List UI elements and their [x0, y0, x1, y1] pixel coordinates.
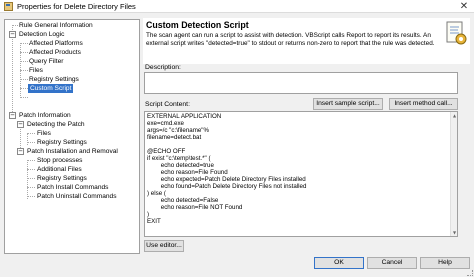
collapse-toggle-icon[interactable]: −	[17, 148, 24, 155]
tree-item-query-filter[interactable]: Query Filter	[29, 57, 63, 66]
tree-line	[27, 169, 35, 170]
tree-line	[27, 187, 35, 188]
tree-item-custom-script[interactable]: Custom Script	[28, 84, 74, 93]
tree-line	[20, 70, 28, 71]
app-icon	[4, 2, 13, 11]
tree-line	[20, 61, 28, 62]
tree-line	[20, 88, 28, 89]
script-line: echo reason=File NOT Found	[147, 204, 243, 211]
tree-line	[20, 43, 28, 44]
tree-line	[27, 142, 35, 143]
tree-line	[27, 160, 35, 161]
script-line: EXTERNAL APPLICATION	[147, 113, 222, 120]
navigation-tree[interactable]: − − − − Rule General Information Detecti…	[4, 19, 140, 254]
collapse-toggle-icon[interactable]: −	[17, 121, 24, 128]
tree-item-rule-general-information[interactable]: Rule General Information	[19, 21, 93, 30]
tree-item-files[interactable]: Files	[29, 66, 43, 75]
script-line: echo expected=Patch Delete Directory Fil…	[147, 176, 306, 183]
description-label: Description:	[145, 64, 181, 71]
script-document-icon	[446, 21, 467, 45]
tree-item-additional-files[interactable]: Additional Files	[37, 165, 82, 174]
insert-method-call-button[interactable]: Insert method call...	[389, 98, 458, 110]
tree-line	[20, 97, 28, 98]
script-line: filename=detect.bat	[147, 134, 202, 141]
tree-item-affected-platforms[interactable]: Affected Platforms	[29, 39, 83, 48]
tree-line	[27, 178, 35, 179]
collapse-toggle-icon[interactable]: −	[9, 112, 16, 119]
help-button[interactable]: Help	[420, 257, 470, 269]
tree-item-registry-settings[interactable]: Registry Settings	[29, 75, 79, 84]
scroll-down-icon[interactable]: ▼	[451, 229, 457, 236]
page-header: Custom Detection Script The scan agent c…	[143, 18, 470, 64]
close-button[interactable]: ✕	[458, 1, 470, 12]
ok-button[interactable]: OK	[314, 257, 364, 269]
description-field[interactable]	[144, 72, 458, 94]
insert-sample-script-button[interactable]: Insert sample script...	[313, 98, 383, 110]
tree-item-patch-registry-settings[interactable]: Registry Settings	[37, 138, 87, 147]
tree-line	[27, 133, 28, 145]
script-line: exe=cmd.exe	[147, 120, 184, 127]
tree-item-detection-logic[interactable]: Detection Logic	[19, 30, 64, 39]
script-line: echo detected=False	[147, 197, 219, 204]
tree-line	[12, 25, 13, 118]
tree-line	[27, 160, 28, 199]
window-title: Properties for Delete Directory Files	[17, 2, 136, 11]
resize-grip-icon[interactable]	[467, 270, 473, 276]
tree-item-detecting-the-patch[interactable]: Detecting the Patch	[27, 120, 85, 129]
title-bar: Properties for Delete Directory Files ✕	[0, 0, 474, 13]
tree-line	[20, 52, 28, 53]
cancel-button[interactable]: Cancel	[367, 257, 417, 269]
tree-line	[12, 25, 18, 26]
collapse-toggle-icon[interactable]: −	[9, 31, 16, 38]
tree-item-patch-uninstall-commands[interactable]: Patch Uninstall Commands	[37, 192, 117, 201]
tree-item-affected-products[interactable]: Affected Products	[29, 48, 81, 57]
script-line: echo found=Patch Delete Directory Files …	[147, 183, 307, 190]
script-scrollbar[interactable]: ▲ ▼	[450, 112, 457, 236]
tree-item-patch-information[interactable]: Patch Information	[19, 111, 71, 120]
tree-item-stop-processes[interactable]: Stop processes	[37, 156, 82, 165]
script-content-label: Script Content:	[145, 101, 190, 108]
script-line: echo detected=true	[147, 162, 214, 169]
tree-line	[27, 133, 35, 134]
script-line: @ECHO OFF	[147, 148, 186, 155]
tree-item-install-registry-settings[interactable]: Registry Settings	[37, 174, 87, 183]
script-line: if exist "c:\temp\test.*" (	[147, 155, 211, 162]
script-line: )	[147, 211, 150, 218]
scroll-up-icon[interactable]: ▲	[451, 112, 457, 119]
script-content-editor[interactable]: EXTERNAL APPLICATION exe=cmd.exe args=/c…	[144, 111, 458, 237]
use-editor-button[interactable]: Use editor...	[144, 240, 184, 252]
page-description: The scan agent can run a script to assis…	[146, 32, 435, 47]
tree-line	[27, 196, 35, 197]
tree-item-patch-install-commands[interactable]: Patch Install Commands	[37, 183, 108, 192]
tree-item-patch-files[interactable]: Files	[37, 129, 51, 138]
tree-line	[20, 79, 28, 80]
script-line: ) else (	[147, 190, 166, 197]
script-line: echo reason=File Found	[147, 169, 228, 176]
script-line: EXIT	[147, 218, 161, 225]
tree-item-patch-installation-and-removal[interactable]: Patch Installation and Removal	[27, 147, 118, 156]
page-title: Custom Detection Script	[146, 20, 249, 30]
script-line: args=/c "c:\filename"%	[147, 127, 209, 134]
